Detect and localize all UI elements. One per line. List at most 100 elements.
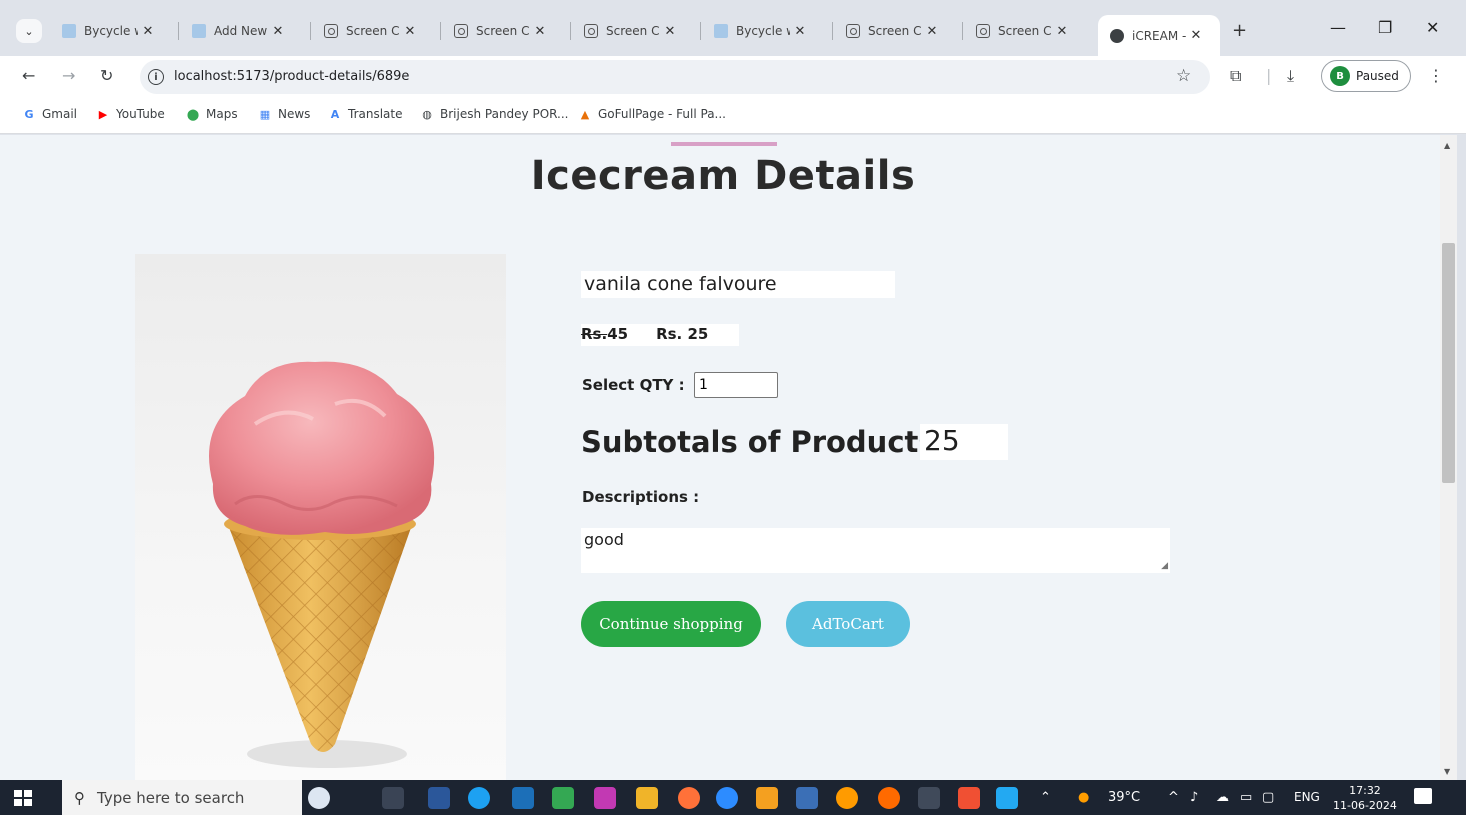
tab-close-icon[interactable]: ✕ [1186,28,1206,43]
bookmark-star-icon[interactable]: ☆ [1176,66,1191,86]
taskbar-clock[interactable]: 17:32 11-06-2024 [1333,783,1397,813]
bookmark-item[interactable]: A Translate [328,107,403,121]
bookmark-item[interactable]: ▲ GoFullPage - Full Pa... [578,107,726,121]
notifications-icon[interactable] [1414,788,1432,804]
firefox-icon[interactable] [678,787,700,809]
tray-overflow-icon[interactable]: ⌃ [1040,790,1051,805]
bookmark-item[interactable]: G Gmail [22,107,77,121]
taskbar-search-placeholder: Type here to search [97,788,245,807]
telegram-icon[interactable] [468,787,490,809]
windows-start-icon[interactable] [14,790,32,806]
bookmark-icon: ▦ [259,107,271,121]
tab-title: Screen Ca [868,24,922,38]
scroll-up-icon[interactable]: ▲ [1444,141,1450,150]
doc-icon [192,24,206,38]
forward-icon[interactable]: → [62,66,75,85]
tab-title: Screen Ca [606,24,660,38]
bookmark-label: Maps [206,107,238,121]
url-text[interactable]: localhost:5173/product-details/689e [174,69,409,84]
vscode-icon[interactable] [996,787,1018,809]
minimize-icon[interactable]: — [1330,18,1346,37]
weather-temp[interactable]: 39°C [1108,790,1140,805]
qty-input[interactable] [694,372,778,398]
taskbar-search[interactable]: ⚲ Type here to search [62,780,302,815]
camera-icon [324,24,338,38]
bookmark-label: YouTube [116,107,165,121]
word-icon[interactable] [428,787,450,809]
task-view-icon[interactable] [382,787,404,809]
tab-close-icon[interactable]: ✕ [790,24,810,39]
browser-tab[interactable]: Screen Ca✕ [318,15,420,47]
subtotal-label: Subtotals of Products : [581,425,958,459]
restore-icon[interactable]: ❐ [1378,18,1392,37]
extensions-icon[interactable]: ⧉ [1230,66,1241,86]
browser-tab[interactable]: Screen Ca✕ [840,15,942,47]
clock-app-icon[interactable] [308,787,330,809]
zoom-icon[interactable] [716,787,738,809]
tab-close-icon[interactable]: ✕ [922,24,942,39]
close-window-icon[interactable]: ✕ [1426,18,1439,37]
bookmark-item[interactable]: ▶ YouTube [96,107,165,121]
add-to-cart-button[interactable]: AdToCart [786,601,910,647]
description-textarea[interactable]: good ◢ [581,528,1170,573]
tab-title: iCREAM - [1132,28,1186,43]
network-icon[interactable]: ☁ [1216,790,1229,805]
store-icon[interactable] [594,787,616,809]
continue-shopping-button[interactable]: Continue shopping [581,601,761,647]
bookmark-item[interactable]: ⬤ Maps [186,107,238,121]
info-icon[interactable]: i [148,69,164,85]
tab-search-button[interactable]: ⌄ [16,19,42,43]
tab-close-icon[interactable]: ✕ [138,24,158,39]
tab-close-icon[interactable]: ✕ [1052,24,1072,39]
postman-icon[interactable] [878,787,900,809]
mail-icon[interactable] [512,787,534,809]
app-icon[interactable] [756,787,778,809]
battery-icon[interactable]: ▭ [1240,790,1252,805]
address-bar[interactable]: i localhost:5173/product-details/689e ☆ [140,60,1210,94]
browser-tab[interactable]: Add New ✕ [186,15,288,47]
tab-separator [440,22,441,40]
git-icon[interactable] [958,787,980,809]
file-explorer-icon[interactable] [636,787,658,809]
download-icon[interactable]: ⤓ [1287,66,1294,86]
language-indicator[interactable]: ENG [1294,790,1320,804]
browser-tab[interactable]: Screen Ca✕ [970,15,1072,47]
browser-tab[interactable]: iCREAM - ✕ [1098,15,1220,56]
browser-tab[interactable]: Screen Ca✕ [578,15,680,47]
clock-date: 11-06-2024 [1333,799,1397,812]
notes-icon[interactable] [796,787,818,809]
browser-tab[interactable]: Screen Ca✕ [448,15,550,47]
browser-tab[interactable]: Bycycle w ✕ [708,15,810,47]
tab-separator [962,22,963,40]
search-icon: ⚲ [74,788,85,807]
chrome-profile-icon[interactable] [552,787,574,809]
speaker-icon[interactable]: ♪ [1190,790,1198,805]
reload-icon[interactable]: ↻ [100,66,113,85]
tab-close-icon[interactable]: ✕ [268,24,288,39]
terminal-icon[interactable] [918,787,940,809]
tab-title: Screen Ca [476,24,530,38]
tab-close-icon[interactable]: ✕ [530,24,550,39]
scroll-down-icon[interactable]: ▼ [1444,767,1450,776]
scroll-thumb[interactable] [1442,243,1455,483]
bookmark-item[interactable]: ◍ Brijesh Pandey POR... [420,107,569,121]
browser-tab[interactable]: Bycycle w ✕ [56,15,158,47]
page-scrollbar[interactable]: ▲ ▼ [1440,135,1457,780]
camera-icon [584,24,598,38]
back-icon[interactable]: ← [22,66,35,85]
display-icon[interactable]: ▢ [1262,790,1274,805]
tray-chevron-icon[interactable]: ^ [1168,790,1179,805]
browser-icon[interactable] [836,787,858,809]
bookmark-label: GoFullPage - Full Pa... [598,107,726,121]
tab-close-icon[interactable]: ✕ [660,24,680,39]
tab-close-icon[interactable]: ✕ [400,24,420,39]
bookmark-item[interactable]: ▦ News [258,107,311,121]
resize-grip-icon[interactable]: ◢ [1161,561,1168,571]
tab-separator [700,22,701,40]
bookmark-label: Brijesh Pandey POR... [440,107,569,121]
new-tab-button[interactable]: + [1232,20,1247,41]
tab-separator [310,22,311,40]
menu-icon[interactable]: ⋮ [1428,66,1444,85]
bookmark-icon: ▲ [580,107,590,121]
profile-button[interactable]: B Paused [1321,60,1411,92]
